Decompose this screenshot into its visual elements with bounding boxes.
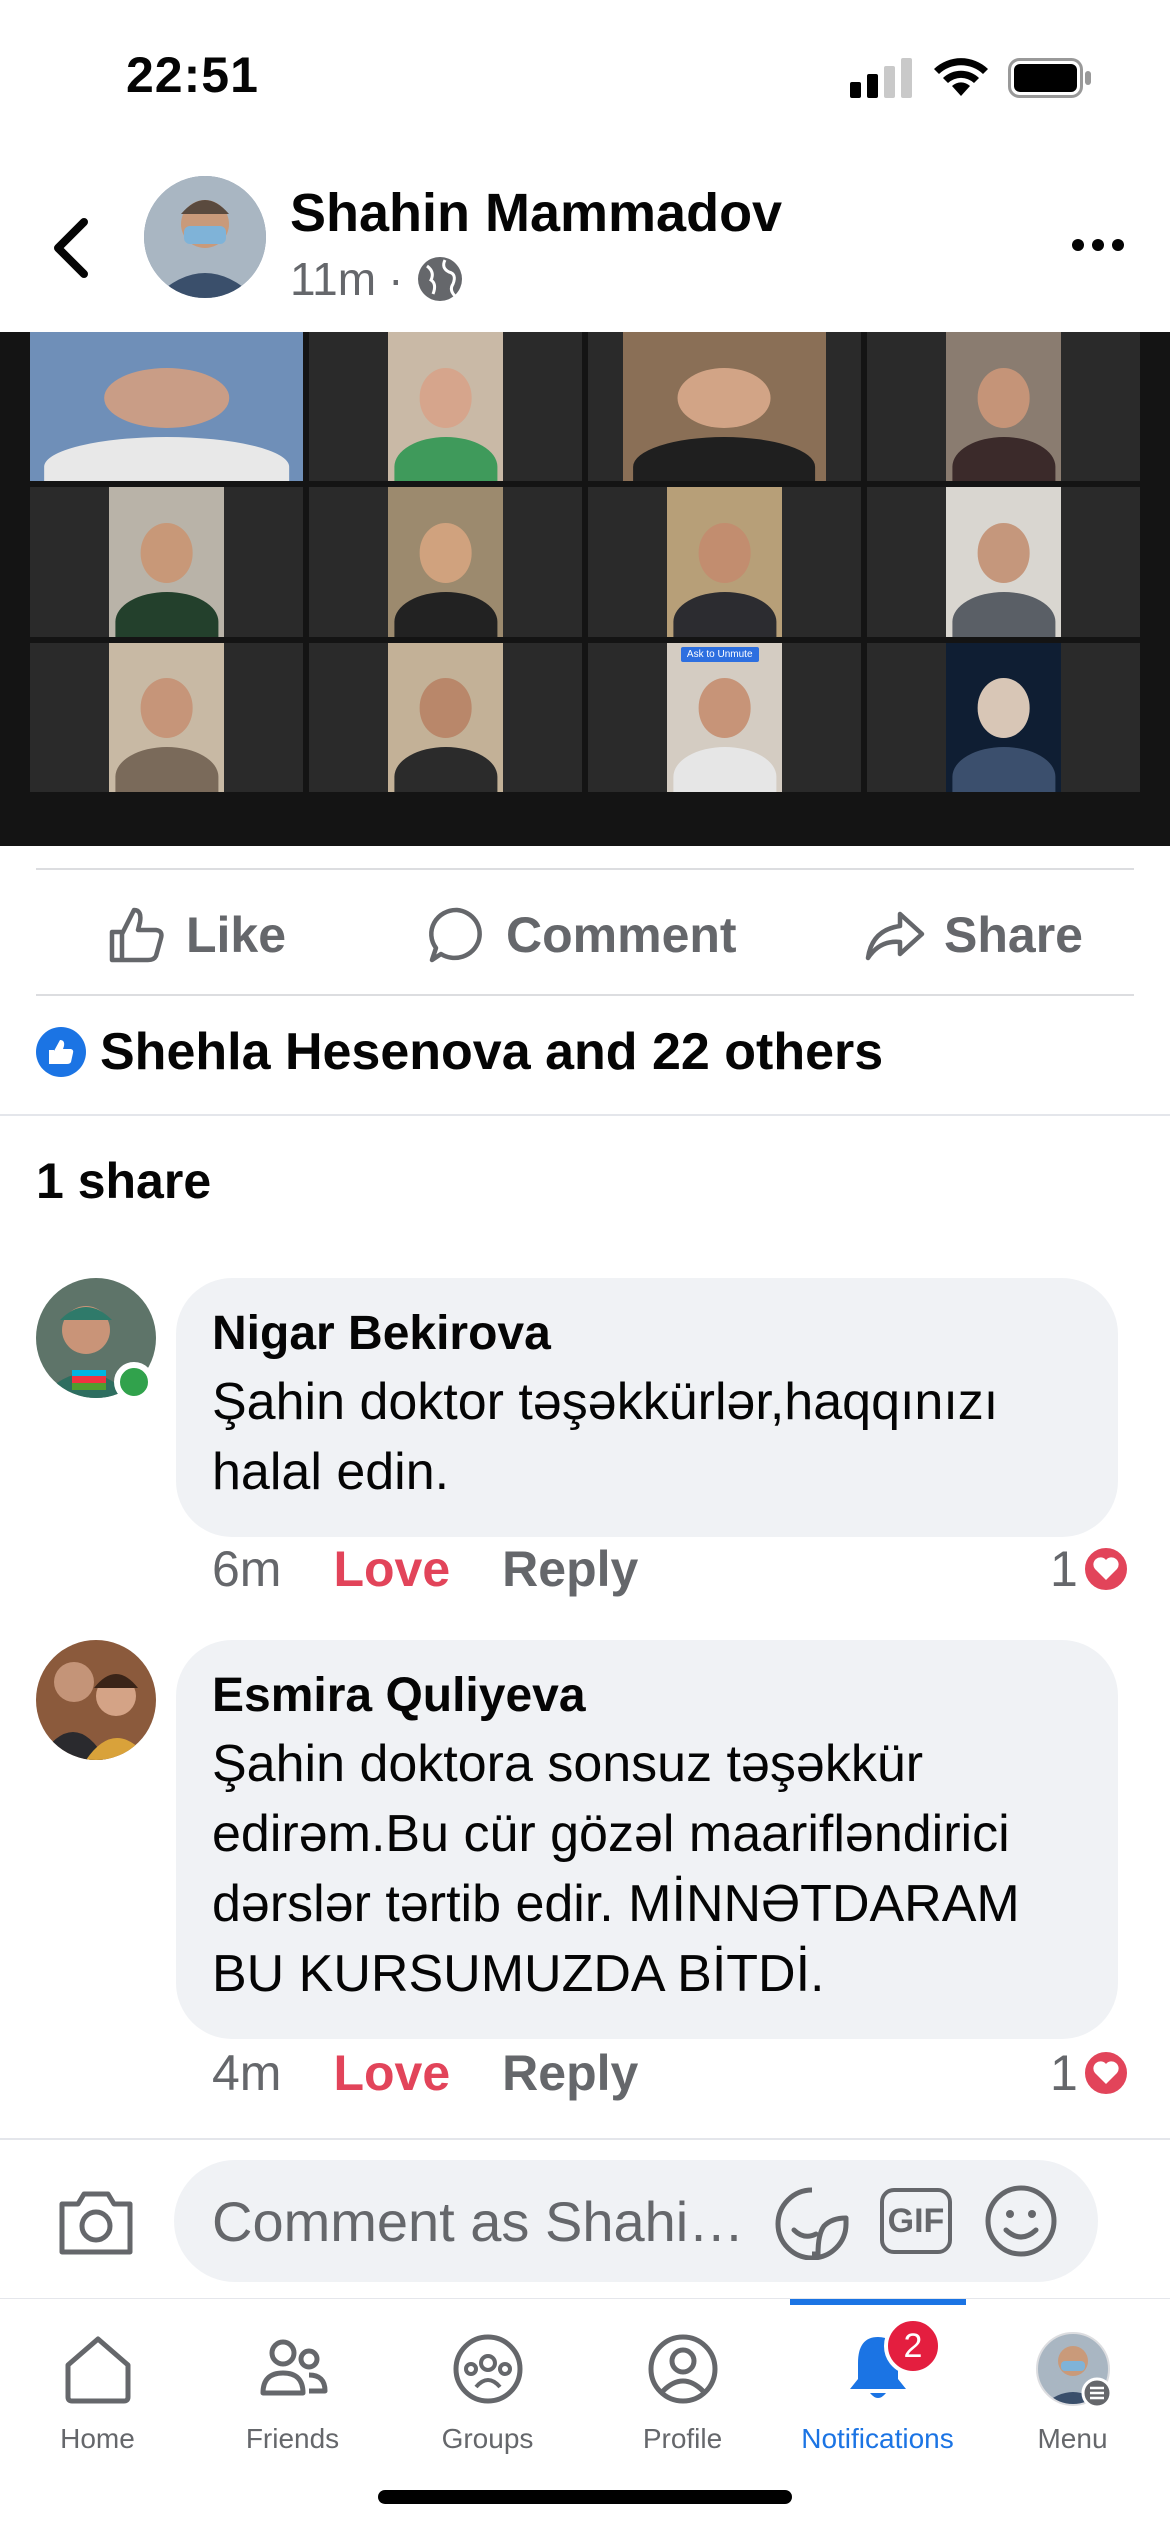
participant-tile [867,487,1140,637]
groups-icon [453,2334,522,2404]
comment-bubble[interactable]: Nigar Bekirova Şahin doktor təşəkkürlər,… [176,1278,1118,1537]
author-avatar[interactable] [144,176,266,298]
participant-tile [309,332,582,482]
tab-friends[interactable]: Friends [195,2329,390,2479]
post-actions: Like Comment Share [0,880,1170,990]
comment-bubble-icon [429,907,482,963]
gif-button[interactable]: GIF [880,2188,952,2254]
globe-icon [418,257,463,301]
tab-label: Menu [1037,2423,1108,2454]
post-time[interactable]: 11m [290,252,376,306]
battery-icon [1008,58,1091,98]
comment-time: 6m [212,1541,282,1597]
menu-avatar-icon [1035,2332,1112,2409]
reaction-count-number: 1 [1050,2045,1078,2101]
sticker-icon[interactable] [772,2184,852,2260]
divider [36,994,1134,996]
video-call-grid: Ask to Unmute [30,332,1140,792]
participant-tile [30,332,303,482]
comment-time: 4m [212,2045,282,2101]
active-tab-indicator [790,2299,966,2305]
reply-button[interactable]: Reply [502,1540,638,1598]
more-options-icon[interactable] [1068,220,1128,270]
tab-label: Profile [642,2423,723,2454]
reactions-summary[interactable]: Shehla Hesenova and 22 others [36,1022,883,1082]
comment-text: Şahin doktor təşəkkürlər,haqqınızı halal… [212,1373,999,1501]
participant-tile [309,642,582,792]
camera-icon[interactable] [56,2184,136,2260]
comment-reaction-count[interactable]: 1 [1050,1540,1130,1598]
comment-text: Şahin doktora sonsuz təşəkkür edirəm.Bu … [212,1735,1020,2003]
participant-tile [309,487,582,637]
profile-icon [648,2334,717,2404]
divider [0,1114,1170,1116]
comment-composer: GIF [0,2138,1170,2298]
post-photo[interactable]: Ask to Unmute [0,332,1170,846]
comment-meta: 4m Love Reply [212,2044,638,2102]
meta-separator: · [388,253,404,305]
reply-button[interactable]: Reply [502,2044,638,2102]
post-header: Shahin Mammadov 11m · [0,160,1170,330]
home-indicator [378,2490,792,2504]
love-reaction-button[interactable]: Love [333,1540,450,1598]
participant-tile [588,487,861,637]
tab-label: Home [60,2423,135,2454]
reaction-count-number: 1 [1050,1541,1078,1597]
shares-count[interactable]: 1 share [36,1152,211,1210]
participant-tile [867,642,1140,792]
wifi-icon [934,58,988,96]
comment-input[interactable] [212,2182,772,2260]
thumbs-up-icon [109,907,164,963]
post-meta: 11m · [290,252,465,306]
share-button[interactable]: Share [864,900,1083,970]
heart-icon [1081,2049,1130,2097]
status-bar: 22:51 [0,0,1170,150]
reactions-text: Shehla Hesenova and 22 others [100,1023,884,1081]
comment-meta: 6m Love Reply [212,1540,638,1598]
friends-icon [260,2339,327,2396]
tab-menu[interactable]: Menu [975,2329,1170,2479]
tab-label: Friends [245,2423,340,2454]
cellular-signal-icon [850,58,912,98]
heart-icon [1081,1545,1130,1593]
tab-label: Groups [441,2423,534,2454]
comment-label: Comment [506,907,737,963]
divider [36,868,1134,870]
commenter-name[interactable]: Esmira Quliyeva [212,1668,1082,1723]
participant-tile [588,332,861,482]
notifications-badge: 2 [884,2317,942,2375]
tab-groups[interactable]: Groups [390,2329,585,2479]
tab-home[interactable]: Home [0,2329,195,2479]
comment-bubble[interactable]: Esmira Quliyeva Şahin doktora sonsuz təş… [176,1640,1118,2039]
participant-tile: Ask to Unmute [588,642,861,792]
ask-to-unmute-chip: Ask to Unmute [680,646,759,662]
back-button[interactable] [40,208,100,288]
love-reaction-button[interactable]: Love [333,2044,450,2102]
online-status-indicator [114,1362,154,1402]
commenter-name[interactable]: Nigar Bekirova [212,1306,1082,1361]
comment-button[interactable]: Comment [426,900,737,970]
share-label: Share [944,907,1083,963]
tab-label: Notifications [801,2423,954,2454]
share-arrow-icon [865,911,925,961]
participant-tile [30,642,303,792]
tab-notifications[interactable]: Notifications [780,2329,975,2479]
like-reaction-icon [36,1027,86,1077]
participant-tile [867,332,1140,482]
author-name[interactable]: Shahin Mammadov [290,182,782,244]
home-icon [65,2336,130,2404]
comment-input-container: GIF [174,2160,1098,2282]
like-label: Like [186,907,287,963]
comment-reaction-count[interactable]: 1 [1050,2044,1130,2102]
status-time: 22:51 [126,47,259,103]
like-button[interactable]: Like [106,900,286,970]
emoji-icon[interactable] [984,2184,1058,2258]
tab-profile[interactable]: Profile [585,2329,780,2479]
participant-tile [30,487,303,637]
commenter-avatar[interactable] [36,1640,156,1760]
